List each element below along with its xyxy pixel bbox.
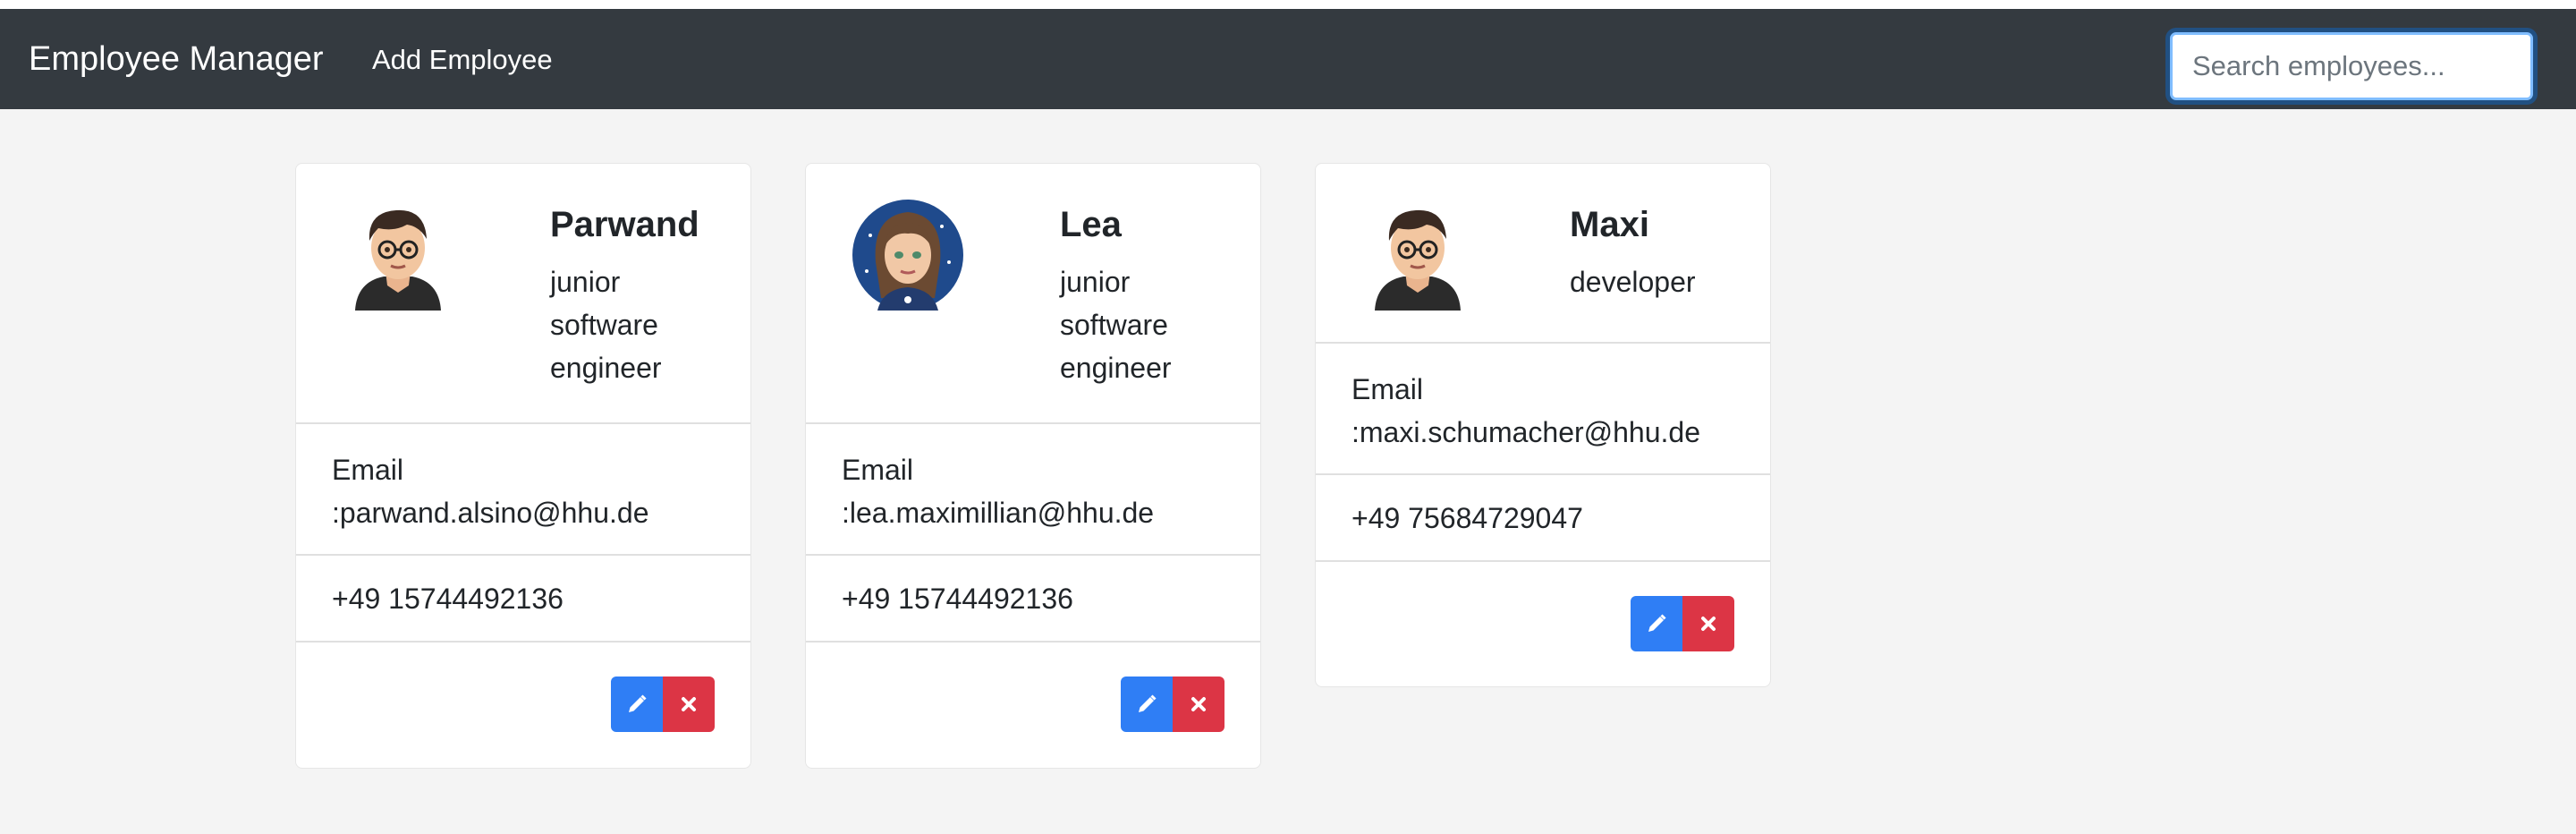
female-avatar-icon [852,200,963,311]
employee-card: Parwand junior software engineer Email :… [295,163,751,769]
email-label: Email [842,454,914,486]
pencil-icon [629,694,647,712]
window-top-strip [0,0,2576,9]
pencil-icon [1139,694,1157,712]
phone-value: +49 15744492136 [842,583,1073,615]
add-employee-link[interactable]: Add Employee [372,43,553,77]
employee-card-header: Parwand junior software engineer [296,164,750,424]
employee-name: Lea [1060,205,1122,244]
employee-card: Maxi developer Email :maxi.schumacher@hh… [1315,163,1771,687]
delete-button[interactable] [1682,596,1734,651]
edit-button[interactable] [1631,596,1682,651]
employee-card-header: Maxi developer [1316,164,1770,344]
pencil-icon [1648,614,1666,632]
edit-button[interactable] [611,677,663,732]
close-icon [1191,697,1206,711]
email-label: Email [1352,373,1424,405]
email-value: :maxi.schumacher@hhu.de [1352,416,1700,448]
employee-email-row: Email :lea.maximillian@hhu.de [806,424,1260,556]
employee-job-title: developer [1570,266,1696,298]
male-avatar-glasses-icon [1362,200,1473,311]
employee-email-row: Email :parwand.alsino@hhu.de [296,424,750,556]
male-avatar-glasses-icon [343,200,453,311]
employee-email-row: Email :maxi.schumacher@hhu.de [1316,344,1770,475]
employee-card-header: Lea junior software engineer [806,164,1260,424]
action-button-group [611,677,715,732]
email-value: :parwand.alsino@hhu.de [332,497,649,529]
action-button-group [1631,596,1734,651]
edit-button[interactable] [1121,677,1173,732]
navbar: Employee Manager Add Employee [0,9,2576,109]
delete-button[interactable] [1173,677,1224,732]
employee-name: Maxi [1570,205,1649,244]
delete-button[interactable] [663,677,715,732]
close-icon [1701,617,1716,631]
email-label: Email [332,454,404,486]
phone-value: +49 15744492136 [332,583,564,615]
close-icon [682,697,696,711]
search-input[interactable] [2170,32,2533,100]
email-value: :lea.maximillian@hhu.de [842,497,1155,529]
employee-job-title: junior software engineer [550,266,662,384]
employee-phone-row: +49 15744492136 [806,556,1260,643]
employee-phone-row: +49 15744492136 [296,556,750,643]
employee-job-title: junior software engineer [1060,266,1172,384]
phone-value: +49 75684729047 [1352,502,1583,534]
action-button-group [1121,677,1224,732]
employee-name: Parwand [550,205,699,244]
employee-card: Lea junior software engineer Email :lea.… [805,163,1261,769]
employee-phone-row: +49 75684729047 [1316,475,1770,562]
brand-title[interactable]: Employee Manager [29,38,324,80]
